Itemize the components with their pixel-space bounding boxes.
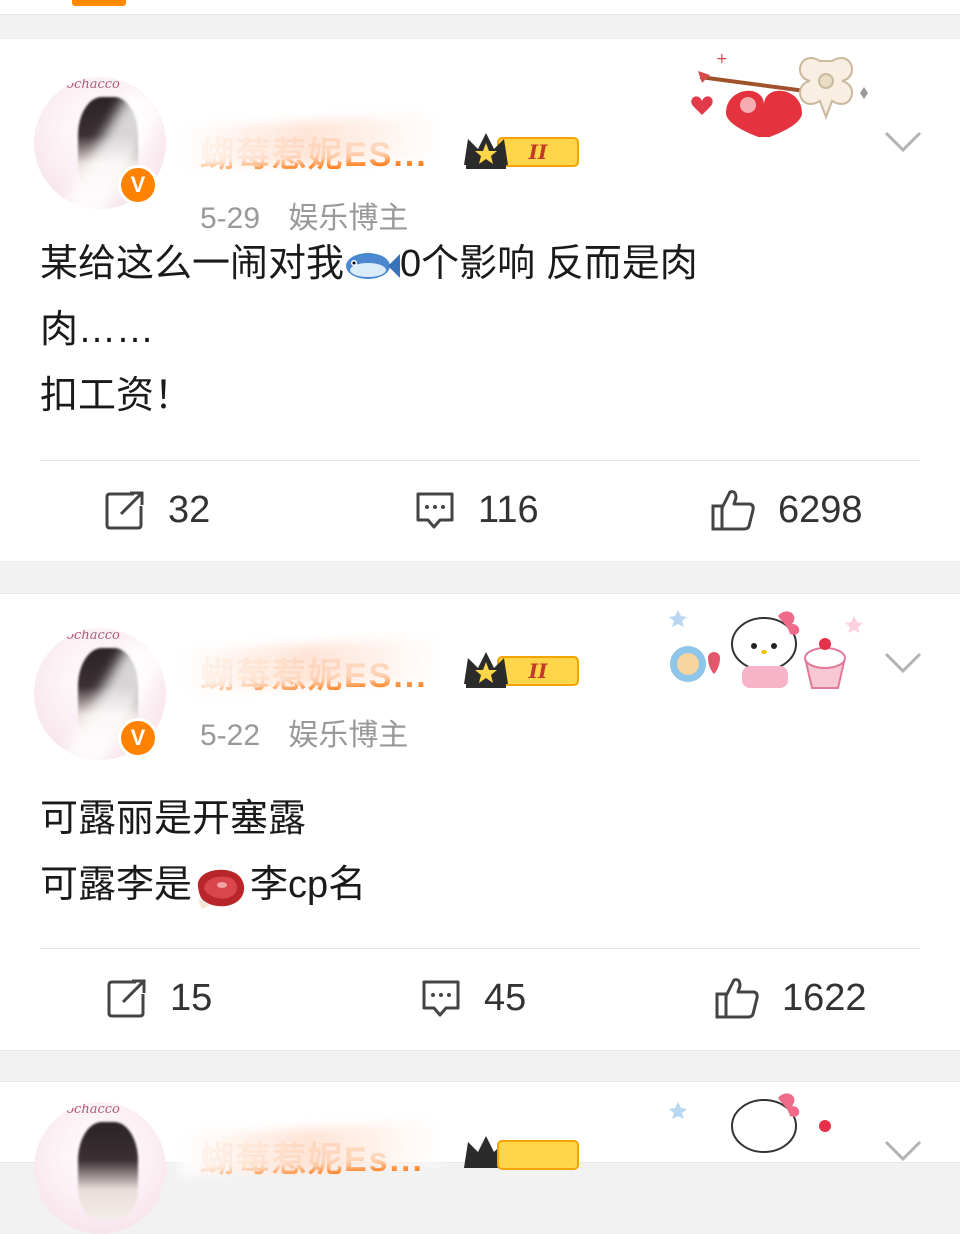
repost-icon [107,979,146,1018]
card-divider [40,948,920,949]
thumbs-up-icon [715,978,759,1019]
repost-icon [105,491,144,530]
post-card[interactable]: Pochacco V 蝴莓惹妮ES... II 5-29 娱乐博主 + 某给这么… [0,38,960,562]
repost-count: 32 [168,488,211,531]
post-meta: 5-22 娱乐博主 [200,710,408,754]
like-count: 1622 [782,976,867,1019]
like-count: 6298 [778,488,863,531]
verified-badge-icon: V [118,165,158,205]
post-line-text: 可露李是 [40,864,193,906]
crown-level-badge-icon[interactable]: II [464,650,580,690]
avatar-frame-caption: Pochacco [58,77,120,92]
repost-button[interactable]: 15 [106,973,212,1023]
like-button[interactable]: 1622 [714,973,867,1023]
previous-post-bottom [0,0,960,15]
post-date: 5-22 [200,719,261,752]
avatar-frame-caption: Pochacco [58,1102,120,1117]
like-button[interactable]: 6298 [710,485,863,535]
post-line: 扣工资！ [40,375,193,417]
level-badge-text: II [528,140,548,164]
avatar-photo [78,1122,138,1218]
repost-button[interactable]: 32 [104,485,210,535]
chevron-down-icon[interactable] [884,131,922,153]
steak-emoji-icon [197,869,245,909]
heart-arrow-bow-sticker-icon: + [691,51,868,137]
hello-kitty-sticker-icon [669,610,863,689]
crown-level-badge-icon[interactable] [464,1134,580,1174]
level-badge-text: II [528,659,548,683]
post-line: 可露李是 李cp名 [40,852,366,918]
comment-button[interactable]: 45 [420,973,526,1023]
post-card[interactable]: Pochacco V 蝴莓惹妮ES... II 5-22 娱乐博主 可露 [0,593,960,1051]
verified-badge-icon: V [118,718,158,758]
comment-icon [416,492,454,529]
comment-icon [422,980,460,1017]
hello-kitty-sticker-icon [669,1093,831,1153]
svg-text:+: + [716,51,728,67]
post-line-text: 0个影响 反而是肉 [400,243,698,285]
comment-count: 45 [484,976,527,1019]
author-role: 娱乐博主 [288,719,409,752]
post-line: 肉…… [40,309,155,351]
post-body: 某给这么一闹对我 0个影响 反而是肉 肉…… 扣工资！ [40,231,698,429]
post-body: 可露丽是开塞露 可露李是 李cp名 [40,786,366,918]
post-line: 某给这么一闹对我 0个影响 反而是肉 [40,231,698,297]
avatar[interactable]: Pochacco [34,1102,166,1234]
avatar-frame-caption: Pochacco [58,628,120,643]
repost-count: 15 [170,976,213,1019]
fish-emoji-icon [346,252,401,279]
comment-button[interactable]: 116 [414,485,539,535]
chevron-down-icon[interactable] [884,652,922,674]
crown-level-badge-icon[interactable]: II [464,131,580,171]
post-line-text: 某给这么一闹对我 [40,243,345,285]
post-line: 可露丽是开塞露 [40,798,307,840]
previous-post-accent [72,0,126,6]
comment-count: 116 [478,488,539,531]
thumbs-up-icon [711,490,755,531]
post-card[interactable]: Pochacco 蝴莓惹妮Es... [0,1081,960,1234]
chevron-down-icon[interactable] [884,1140,922,1162]
post-line-text: 李cp名 [250,864,367,906]
card-divider [40,460,920,461]
